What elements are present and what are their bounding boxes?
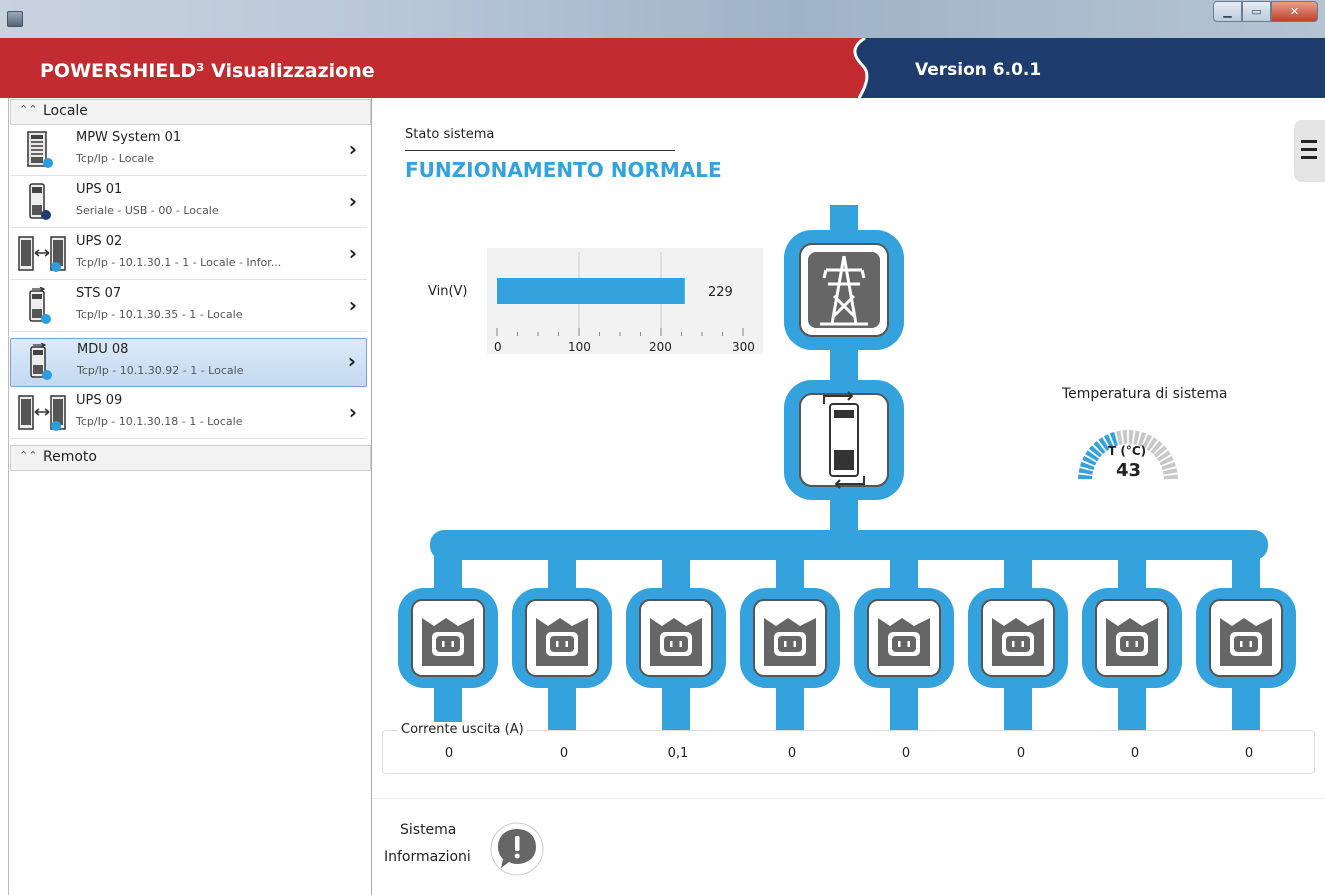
device-name: MPW System 01 (76, 130, 182, 145)
device-item-mdu-08[interactable]: MDU 08 Tcp/Ip - 10.1.30.92 - 1 - Locale … (10, 338, 367, 387)
chevron-right-icon[interactable]: › (349, 293, 357, 317)
device-item-ups-02[interactable]: UPS 02 Tcp/Ip - 10.1.30.1 - 1 - Locale -… (10, 229, 367, 280)
gauge-segment (1078, 474, 1093, 480)
collapse-chevron-icon: ⌃⌃ (19, 449, 38, 462)
system-status-value: FUNZIONAMENTO NORMALE (405, 158, 722, 182)
output-current-value: 0,1 (667, 746, 689, 761)
output-current-value: 0 (1016, 746, 1026, 761)
output-socket-node (626, 588, 726, 688)
output-socket-node (1082, 588, 1182, 688)
temperature-label: Temperatura di sistema (1062, 386, 1228, 402)
collapse-chevron-icon: ⌃⌃ (19, 103, 38, 116)
device-name: UPS 02 (76, 234, 123, 249)
minimize-button[interactable]: ▁ (1213, 1, 1242, 22)
output-current-value: 0 (787, 746, 797, 761)
app-title: POWERSHIELD³ Visualizzazione (40, 60, 375, 82)
device-item-sts-07[interactable]: STS 07 Tcp/Ip - 10.1.30.35 - 1 - Locale … (10, 281, 367, 332)
group-header-locale[interactable]: ⌃⌃ Locale (10, 99, 371, 125)
gauge-segment (1128, 430, 1134, 445)
window-controls: ▁ ▭ ✕ (1213, 1, 1318, 22)
close-button[interactable]: ✕ (1271, 1, 1318, 22)
ups-parallel-icon (18, 395, 66, 431)
ups-parallel-icon (18, 236, 66, 272)
output-socket-node (968, 588, 1068, 688)
chevron-right-icon[interactable]: › (349, 137, 357, 161)
output-current-label: Corrente uscita (A) (398, 722, 527, 737)
system-info-button[interactable] (490, 822, 544, 876)
device-connection: Seriale - USB - 00 - Locale (76, 204, 219, 217)
device-name: MDU 08 (77, 342, 129, 357)
output-socket-node (398, 588, 498, 688)
device-item-ups-01[interactable]: UPS 01 Seriale - USB - 00 - Locale › (10, 177, 367, 228)
system-status-label: Stato sistema (405, 127, 495, 142)
temperature-unit: T (°C) (1108, 444, 1147, 458)
info-label-line1: Sistema (400, 822, 457, 838)
app-window-icon (7, 11, 23, 27)
group-label: Locale (43, 103, 88, 119)
status-divider (405, 150, 675, 151)
output-socket-node (740, 588, 840, 688)
hamburger-menu-button[interactable] (1294, 120, 1325, 182)
chevron-right-icon[interactable]: › (348, 349, 356, 373)
device-connection: Tcp/Ip - 10.1.30.92 - 1 - Locale (77, 364, 244, 377)
window-titlebar: ▁ ▭ ✕ (0, 0, 1325, 38)
device-name: UPS 01 (76, 182, 123, 197)
bottom-divider (372, 798, 1325, 799)
output-current-value: 0 (444, 746, 454, 761)
mpw-cabinet-icon (27, 131, 53, 168)
chevron-right-icon[interactable]: › (349, 241, 357, 265)
device-name: STS 07 (76, 286, 122, 301)
output-current-value: 0 (1244, 746, 1254, 761)
gauge-segment (1163, 474, 1178, 480)
device-connection: Tcp/Ip - Locale (76, 152, 155, 165)
device-name: UPS 09 (76, 393, 123, 408)
output-current-value: 0 (559, 746, 569, 761)
device-connection: Tcp/Ip - 10.1.30.35 - 1 - Locale (76, 308, 243, 321)
gauge-segment (1122, 430, 1128, 445)
mdu-device-node (784, 380, 904, 500)
chevron-right-icon[interactable]: › (349, 400, 357, 424)
output-current-value: 0 (901, 746, 911, 761)
output-socket-node (1196, 588, 1296, 688)
output-socket-node (512, 588, 612, 688)
device-connection: Tcp/Ip - 10.1.30.1 - 1 - Locale - Infor.… (76, 256, 282, 269)
maximize-button[interactable]: ▭ (1242, 1, 1271, 22)
version-label: Version 6.0.1 (915, 60, 1042, 80)
group-header-remoto[interactable]: ⌃⌃ Remoto (10, 445, 371, 471)
mdu-icon (30, 343, 52, 380)
group-label: Remoto (43, 449, 97, 465)
chevron-right-icon[interactable]: › (349, 189, 357, 213)
output-socket-node (854, 588, 954, 688)
header-swoosh-icon (835, 38, 881, 98)
output-current-value: 0 (1130, 746, 1140, 761)
temperature-value: 43 (1116, 460, 1142, 481)
ups-tower-icon (29, 183, 51, 220)
sts-icon (29, 287, 51, 324)
device-item-ups-09[interactable]: UPS 09 Tcp/Ip - 10.1.30.18 - 1 - Locale … (10, 388, 367, 439)
info-label-line2: Informazioni (384, 849, 471, 865)
app-header: POWERSHIELD³ Visualizzazione Version 6.0… (0, 38, 1325, 98)
mains-pylon-node (784, 230, 904, 350)
device-item-mpw-system-01[interactable]: MPW System 01 Tcp/Ip - Locale › (10, 125, 367, 176)
device-connection: Tcp/Ip - 10.1.30.18 - 1 - Locale (76, 415, 243, 428)
